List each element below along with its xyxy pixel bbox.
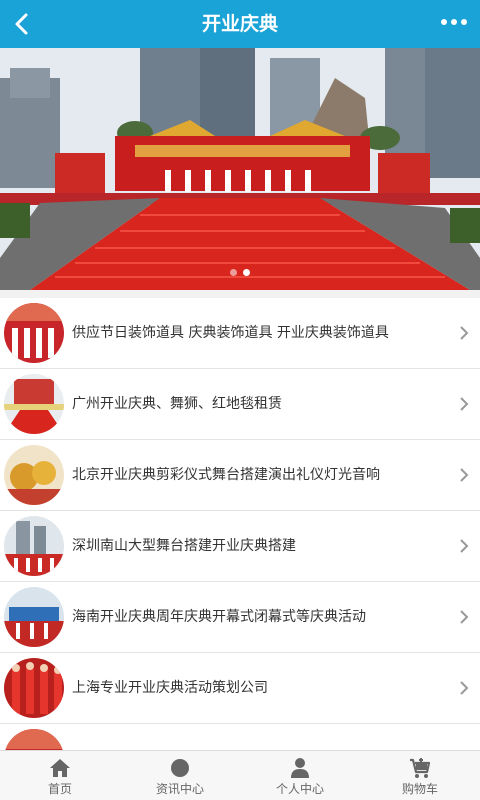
tab-label: 资讯中心 xyxy=(155,782,204,796)
tab-news[interactable]: 资讯中心 xyxy=(120,751,240,800)
article-title: 海南开业庆典周年庆典开幕式闭幕式等庆典活动 xyxy=(72,609,366,625)
article-thumbnail xyxy=(4,587,64,647)
list-item[interactable]: 广州开业庆典、舞狮、红地毯租赁 xyxy=(0,369,480,440)
person-icon xyxy=(291,758,309,778)
carousel-dot[interactable] xyxy=(230,269,237,276)
article-thumbnail xyxy=(4,658,64,718)
article-title: 上海专业开业庆典活动策划公司 xyxy=(72,680,268,696)
tab-label: 个人中心 xyxy=(275,782,324,796)
home-icon xyxy=(50,759,70,777)
page-title: 开业庆典 xyxy=(201,13,278,35)
article-title: 北京开业庆典剪彩仪式舞台搭建演出礼仪灯光音响 xyxy=(72,467,380,483)
tab-label: 购物车 xyxy=(401,782,438,796)
article-title: 深圳南山大型舞台搭建开业庆典搭建 xyxy=(72,538,296,554)
list-item[interactable]: 供应节日装饰道具 庆典装饰道具 开业庆典装饰道具 xyxy=(0,298,480,369)
tab-profile[interactable]: 个人中心 xyxy=(240,751,360,800)
tab-home[interactable]: 首页 xyxy=(0,751,120,800)
list-item[interactable]: 海南开业庆典周年庆典开幕式闭幕式等庆典活动 xyxy=(0,582,480,653)
chevron-right-icon xyxy=(460,539,469,553)
chevron-right-icon xyxy=(460,681,469,695)
chevron-right-icon xyxy=(460,468,469,482)
more-dots-icon xyxy=(441,19,467,25)
more-button[interactable] xyxy=(436,8,472,40)
tab-cart[interactable]: 购物车 xyxy=(360,751,480,800)
carousel-dots xyxy=(0,269,480,276)
list-item[interactable]: 上海专业开业庆典活动策划公司 xyxy=(0,653,480,724)
article-title: 供应节日装饰道具 庆典装饰道具 开业庆典装饰道具 xyxy=(72,325,389,341)
article-thumbnail xyxy=(4,445,64,505)
article-list: 供应节日装饰道具 庆典装饰道具 开业庆典装饰道具 广州开业庆典、舞狮、红地毯租赁… xyxy=(0,298,480,750)
chevron-right-icon xyxy=(460,326,469,340)
cart-icon xyxy=(410,758,431,778)
list-item[interactable]: 北京开业庆典剪彩仪式舞台搭建演出礼仪灯光音响 xyxy=(0,440,480,511)
top-bar: 开业庆典 xyxy=(0,0,480,48)
carousel-dot-active[interactable] xyxy=(243,269,250,276)
bottom-tab-bar: 首页 资讯中心 个人中心 购物车 xyxy=(0,750,480,800)
list-item-partial[interactable] xyxy=(0,724,480,750)
banner-carousel[interactable] xyxy=(0,48,480,290)
list-item[interactable]: 深圳南山大型舞台搭建开业庆典搭建 xyxy=(0,511,480,582)
article-thumbnail xyxy=(4,303,64,363)
article-thumbnail xyxy=(4,374,64,434)
chevron-right-icon xyxy=(460,397,469,411)
article-thumbnail xyxy=(4,516,64,576)
banner-image xyxy=(0,48,480,290)
article-title: 广州开业庆典、舞狮、红地毯租赁 xyxy=(72,396,282,412)
chevron-right-icon xyxy=(460,610,469,624)
circle-icon xyxy=(171,759,189,777)
article-thumbnail xyxy=(4,729,64,750)
tab-label: 首页 xyxy=(47,782,72,796)
